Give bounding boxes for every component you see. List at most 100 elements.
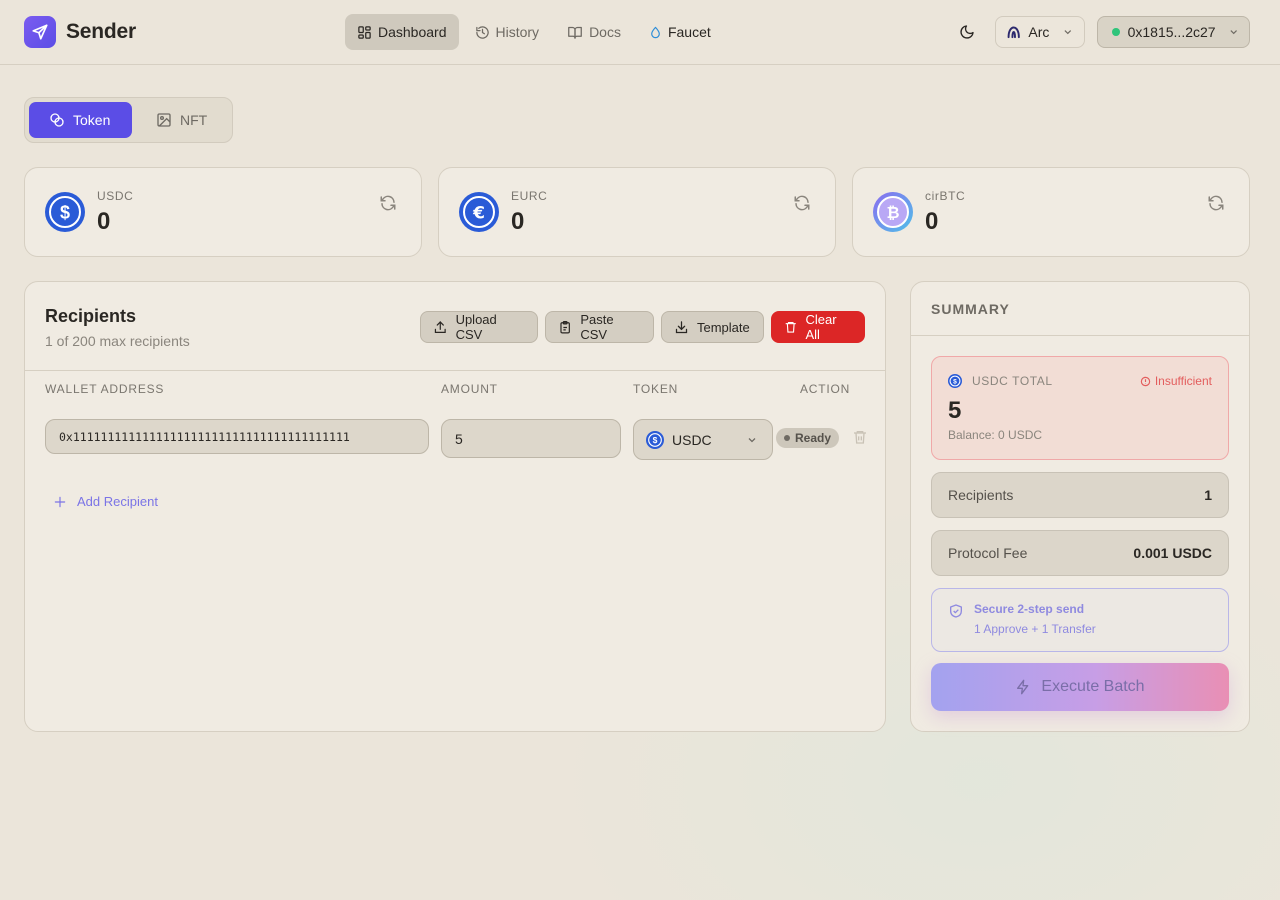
svg-text:€: € <box>472 204 485 224</box>
refresh-icon[interactable] <box>379 194 397 212</box>
nav-history[interactable]: History <box>463 14 552 50</box>
protocol-fee-label: Protocol Fee <box>948 545 1028 561</box>
recipients-subtitle: 1 of 200 max recipients <box>45 333 190 349</box>
balance-symbol: USDC <box>97 189 134 203</box>
summary-title: SUMMARY <box>931 301 1010 317</box>
chevron-down-icon <box>748 438 756 443</box>
main-nav: Dashboard History Docs Faucet <box>345 14 723 50</box>
btc-icon: ₿ <box>873 192 913 232</box>
clear-all-button[interactable]: Clear All <box>771 311 865 343</box>
balance-symbol: EURC <box>511 189 548 203</box>
lightning-icon <box>1017 679 1029 695</box>
add-recipient-button[interactable]: Add Recipient <box>53 494 158 509</box>
protocol-fee-row: Protocol Fee 0.001 USDC <box>931 530 1229 576</box>
recipients-count-value: 1 <box>1204 487 1212 503</box>
secure-subtitle: 1 Approve + 1 Transfer <box>974 622 1096 636</box>
mode-tabs: Token NFT <box>24 97 233 143</box>
droplet-icon <box>651 26 660 38</box>
wallet-address: 0x1815...2c27 <box>1127 24 1216 40</box>
chevron-down-icon <box>1064 30 1072 35</box>
svg-text:$: $ <box>60 203 70 223</box>
nav-dashboard[interactable]: Dashboard <box>345 14 459 50</box>
chain-name: Arc <box>1028 24 1050 40</box>
execute-batch-button[interactable]: Execute Batch <box>931 663 1229 711</box>
alert-circle-icon <box>1140 376 1151 386</box>
protocol-fee-value: 0.001 USDC <box>1133 545 1212 561</box>
usdc-icon: $ <box>948 374 962 388</box>
balance-text: Balance: 0 USDC <box>948 428 1043 442</box>
coins-icon <box>50 113 64 127</box>
column-header-token: TOKEN <box>633 382 679 396</box>
chain-selector[interactable]: Arc <box>995 16 1085 48</box>
column-header-address: WALLET ADDRESS <box>45 382 165 396</box>
sender-logo[interactable] <box>24 16 56 48</box>
usdc-icon: $ <box>45 192 85 232</box>
amount-input[interactable]: 5 <box>441 419 621 458</box>
secure-title: Secure 2-step send <box>974 602 1085 616</box>
connected-dot <box>1112 28 1120 36</box>
status-dot <box>784 435 790 441</box>
divider <box>25 370 885 371</box>
plus-icon <box>54 496 66 507</box>
token-select-value: USDC <box>672 431 712 448</box>
shield-check-icon <box>950 604 962 618</box>
book-icon <box>568 26 582 39</box>
trash-icon[interactable] <box>852 429 868 445</box>
insufficient-label: Insufficient <box>1154 374 1212 388</box>
tab-nft-label: NFT <box>180 112 208 128</box>
recipients-title: Recipients <box>45 306 137 326</box>
recipients-count-label: Recipients <box>948 487 1014 503</box>
upload-csv-label: Upload CSV <box>455 312 497 342</box>
nav-docs[interactable]: Docs <box>555 14 633 50</box>
nav-faucet[interactable]: Faucet <box>637 14 723 50</box>
column-header-amount: AMOUNT <box>441 382 498 396</box>
summary-panel: SUMMARY $ USDC TOTAL Insufficient 5 Bala… <box>910 281 1250 732</box>
paste-csv-button[interactable]: Paste CSV <box>545 311 654 343</box>
tab-token[interactable]: Token <box>29 102 132 138</box>
token-select[interactable]: $ USDC <box>633 419 773 460</box>
secure-send-note: Secure 2-step send 1 Approve + 1 Transfe… <box>931 588 1229 652</box>
recipients-count-row: Recipients 1 <box>931 472 1229 518</box>
clear-all-label: Clear All <box>805 312 837 342</box>
balance-card-cirbtc: ₿ cirBTC 0 <box>852 167 1250 257</box>
eurc-icon: € <box>459 192 499 232</box>
refresh-icon[interactable] <box>1207 194 1225 212</box>
balance-card-eurc: € EURC 0 <box>438 167 836 257</box>
upload-csv-button[interactable]: Upload CSV <box>420 311 538 343</box>
tab-nft[interactable]: NFT <box>136 102 227 138</box>
balance-value: 0 <box>97 208 111 235</box>
svg-text:₿: ₿ <box>886 203 899 222</box>
wallet-address-input[interactable]: 0x11111111111111111111111111111111111111… <box>45 419 429 454</box>
column-header-action: ACTION <box>800 382 851 396</box>
send-icon <box>32 24 48 40</box>
divider <box>911 335 1249 336</box>
svg-text:$: $ <box>953 378 957 385</box>
balance-value: 0 <box>511 208 525 235</box>
tab-token-label: Token <box>73 112 111 128</box>
refresh-icon[interactable] <box>793 194 811 212</box>
balance-value: 0 <box>925 208 939 235</box>
chevron-down-icon <box>1230 30 1237 35</box>
trash-icon <box>785 321 796 333</box>
recipients-panel: Recipients 1 of 200 max recipients Uploa… <box>24 281 886 732</box>
total-value: 5 <box>948 397 962 424</box>
template-button[interactable]: Template <box>661 311 764 343</box>
usdc-icon: $ <box>646 430 664 449</box>
grid-icon <box>358 25 371 39</box>
balance-card-usdc: $ USDC 0 <box>24 167 422 257</box>
add-recipient-label: Add Recipient <box>77 494 158 509</box>
theme-toggle-button[interactable] <box>953 18 981 46</box>
svg-text:$: $ <box>653 435 658 445</box>
status-label: Ready <box>795 431 832 445</box>
total-label: USDC TOTAL <box>972 374 1053 388</box>
wallet-button[interactable]: 0x1815...2c27 <box>1097 16 1250 48</box>
execute-batch-label: Execute Batch <box>1041 678 1145 695</box>
insufficient-badge: Insufficient <box>1140 374 1212 388</box>
clipboard-icon <box>560 320 570 333</box>
image-icon <box>157 113 171 127</box>
brand-name: Sender <box>66 20 136 43</box>
download-icon <box>675 320 688 333</box>
top-header: Sender Dashboard History Docs Faucet Arc… <box>0 0 1280 65</box>
nav-history-label: History <box>495 24 540 40</box>
status-badge: Ready <box>776 428 840 448</box>
